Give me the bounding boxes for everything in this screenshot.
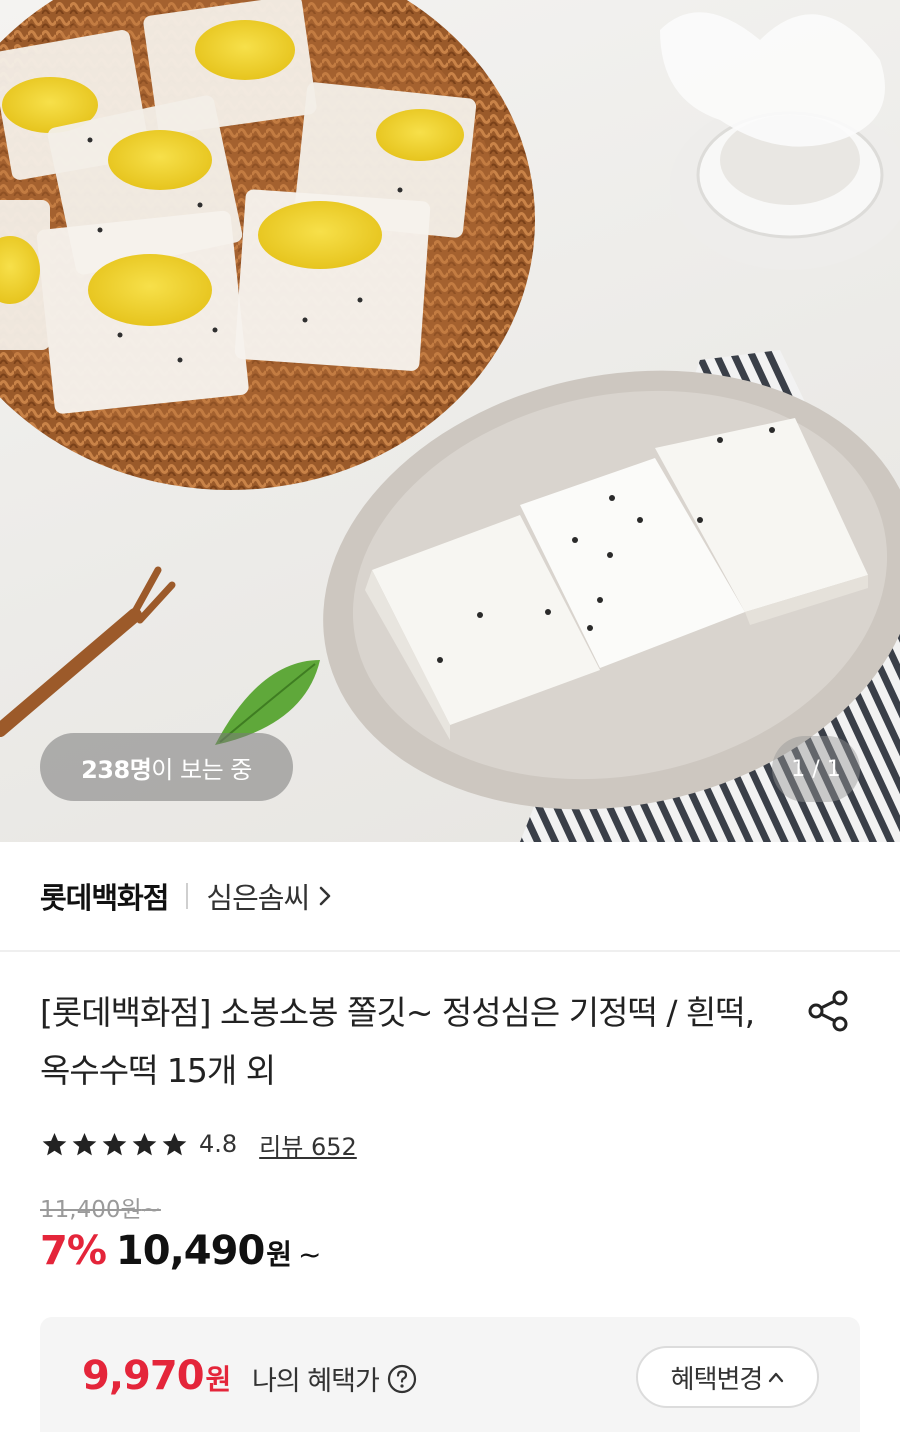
rating-row: 4.8 리뷰 652 [40,1124,357,1164]
chevron-up-icon [768,1371,784,1383]
original-price: 11,400원~ [40,1190,161,1224]
original-price-suffix: ~ [141,1197,161,1223]
original-price-value: 11,400원 [40,1197,142,1223]
image-page-indicator: 1 / 1 [772,736,860,802]
star-icon [102,1132,127,1155]
discount-rate: 7% [40,1228,107,1274]
live-viewers-badge: 238명 이 보는 중 [40,733,293,801]
viewers-suffix: 이 보는 중 [151,755,252,784]
seller-row: 롯데백화점 심은솜씨 [0,842,900,952]
product-photo [0,0,900,842]
product-image-carousel[interactable]: 238명 이 보는 중 1 / 1 [0,0,900,842]
change-benefit-label: 혜택변경 [670,1364,764,1395]
benefit-unit: 원 [205,1363,232,1396]
star-icon [162,1132,187,1155]
change-benefit-button[interactable]: 혜택변경 [636,1346,819,1408]
benefit-label-group: 나의 혜택가 [252,1359,417,1398]
star-rating [40,1130,189,1159]
product-title-block: [롯데백화점] 소봉소봉 쫄깃~ 정성심은 기정떡 / 흰떡, 옥수수떡 15개… [40,984,760,1100]
store-name[interactable]: 롯데백화점 [40,875,169,917]
share-button[interactable] [804,986,854,1036]
question-circle-icon[interactable] [387,1364,417,1394]
benefit-price-box: 9,970 원 나의 혜택가 혜택변경 [40,1317,860,1432]
sale-price-row: 7% 10,490 원 ~ [40,1228,322,1274]
benefit-amount: 9,970 [82,1353,205,1399]
brand-name: 심은솜씨 [206,881,310,915]
chevron-right-icon [319,886,331,906]
viewers-count: 238명 [81,755,152,784]
sale-price-unit: 원 [266,1238,293,1271]
review-link[interactable]: 리뷰 652 [259,1127,357,1162]
brand-link[interactable]: 심은솜씨 [206,875,331,917]
sale-price-suffix: ~ [298,1238,322,1271]
product-title: [롯데백화점] 소봉소봉 쫄깃~ 정성심은 기정떡 / 흰떡, 옥수수떡 15개… [40,993,755,1090]
benefit-price: 9,970 원 [82,1353,231,1399]
share-icon [808,990,848,1032]
star-icon [42,1132,67,1155]
wooden-fork [0,566,176,737]
sale-price: 10,490 [115,1228,265,1274]
star-icon [132,1132,157,1155]
benefit-label: 나의 혜택가 [252,1366,380,1397]
star-icon [72,1132,97,1155]
rating-value: 4.8 [199,1130,238,1158]
divider [186,883,189,909]
